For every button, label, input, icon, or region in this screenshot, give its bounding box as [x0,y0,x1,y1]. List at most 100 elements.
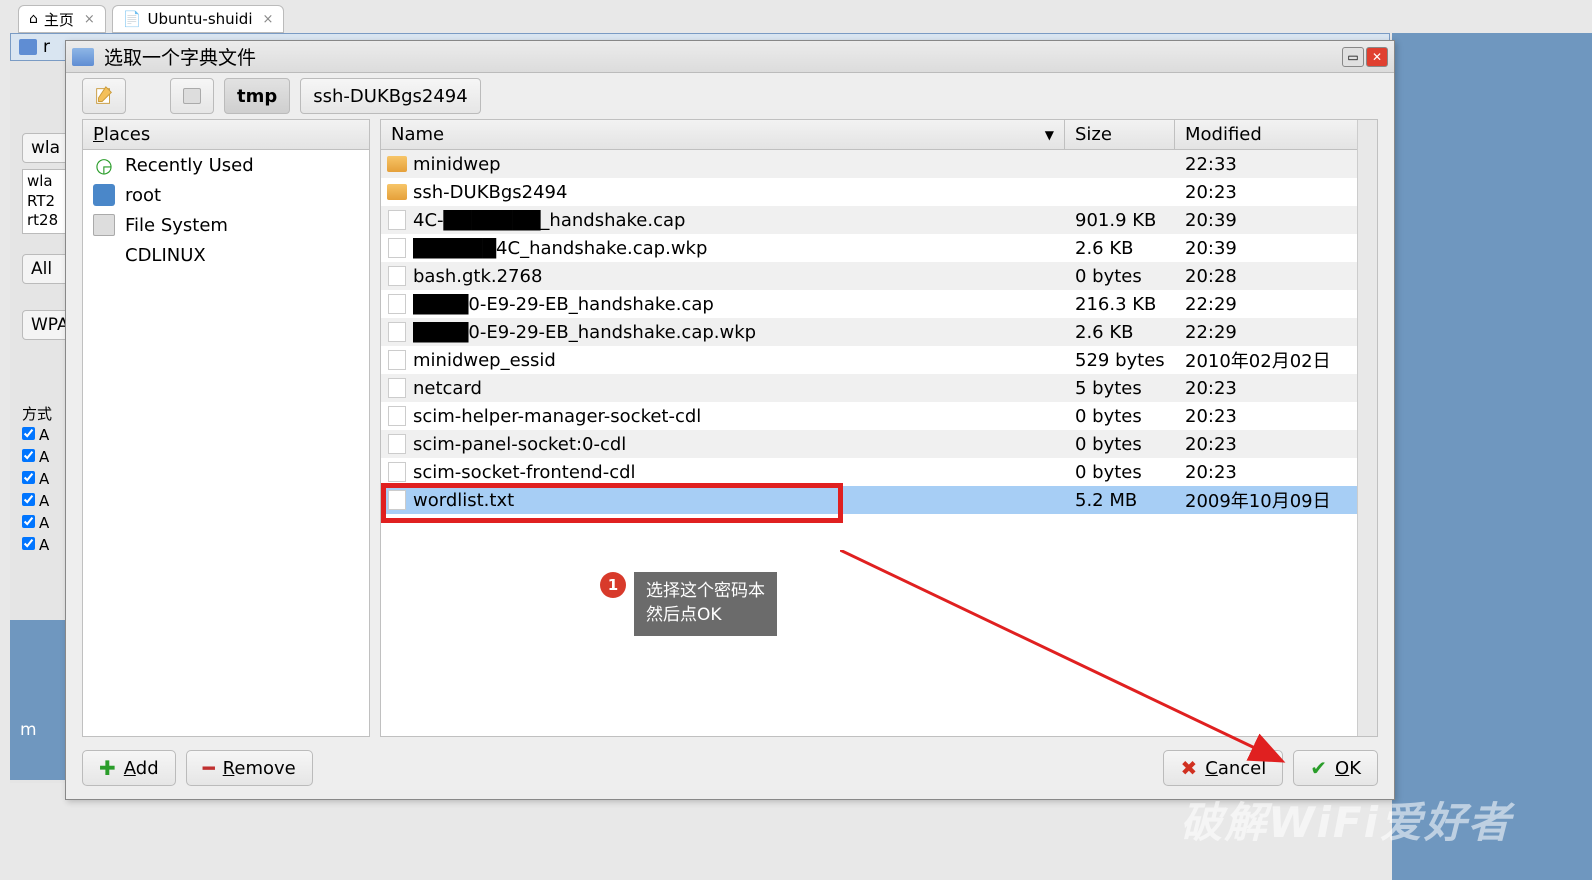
column-modified-label: Modified [1185,124,1262,145]
folder-icon [381,184,413,200]
file-row[interactable]: wordlist.txt5.2 MB2009年10月09日 [381,486,1357,514]
desktop-background [1392,33,1592,880]
file-name: minidwep_essid [413,350,1065,371]
file-name: scim-panel-socket:0-cdl [413,434,1065,455]
edit-path-button[interactable] [82,78,126,114]
place-root[interactable]: root [83,180,369,210]
place-file-system[interactable]: File System [83,210,369,240]
recent-icon: ◶ [93,154,115,176]
file-row[interactable]: ████0-E9-29-EB_handshake.cap.wkp2.6 KB22… [381,318,1357,346]
file-icon [381,238,413,258]
path-segment-tmp[interactable]: tmp [224,78,290,114]
file-size: 0 bytes [1065,462,1175,483]
close-icon[interactable]: × [84,12,95,27]
bg-chk[interactable] [22,493,35,506]
vertical-scrollbar[interactable] [1357,120,1377,736]
file-chooser-dialog: 选取一个字典文件 ▭ ✕ tmp ssh-DUKBgs2494 Places ◶… [65,40,1395,800]
file-size: 216.3 KB [1065,294,1175,315]
file-row[interactable]: scim-panel-socket:0-cdl0 bytes20:23 [381,430,1357,458]
dialog-title: 选取一个字典文件 [104,43,1340,70]
column-modified[interactable]: Modified [1175,120,1357,149]
path-segment-ssh[interactable]: ssh-DUKBgs2494 [300,78,480,114]
file-row[interactable]: bash.gtk.27680 bytes20:28 [381,262,1357,290]
file-name: netcard [413,378,1065,399]
close-icon[interactable]: × [263,12,274,27]
file-modified: 20:39 [1175,210,1357,231]
bg-letter: m [20,720,37,740]
file-row[interactable]: scim-socket-frontend-cdl0 bytes20:23 [381,458,1357,486]
file-modified: 22:33 [1175,154,1357,175]
callout-number: 1 [600,572,626,598]
column-name[interactable]: Name ▼ [381,120,1065,149]
browser-tab-home[interactable]: ⌂ 主页 × [18,5,106,33]
sort-arrow-icon: ▼ [1045,128,1054,142]
file-icon [381,266,413,286]
file-modified: 20:23 [1175,434,1357,455]
file-size: 529 bytes [1065,350,1175,371]
path-segment-drive[interactable] [170,78,214,114]
browser-tab-ubuntu[interactable]: 📄 Ubuntu-shuidi × [112,5,285,33]
place-recently-used[interactable]: ◶ Recently Used [83,150,369,180]
file-icon [381,378,413,398]
file-modified: 20:23 [1175,462,1357,483]
file-row[interactable]: ssh-DUKBgs249420:23 [381,178,1357,206]
file-modified: 2010年02月02日 [1175,347,1357,373]
dialog-titlebar[interactable]: 选取一个字典文件 ▭ ✕ [66,41,1394,73]
bg-chk[interactable] [22,515,35,528]
column-size-label: Size [1075,124,1112,145]
file-name: ████0-E9-29-EB_handshake.cap.wkp [413,322,1065,343]
places-header[interactable]: Places [83,120,369,150]
remove-button-label: Remove [223,758,296,779]
cancel-button[interactable]: ✖ Cancel [1163,750,1283,786]
column-size[interactable]: Size [1065,120,1175,149]
bg-method-group: 方式 A A A A A A [22,403,52,556]
column-name-label: Name [391,124,444,145]
file-row[interactable]: netcard5 bytes20:23 [381,374,1357,402]
cancel-icon: ✖ [1180,756,1197,780]
folder-icon [381,156,413,172]
file-row[interactable]: scim-helper-manager-socket-cdl0 bytes20:… [381,402,1357,430]
bg-chk[interactable] [22,471,35,484]
file-name: minidwep [413,154,1065,175]
file-modified: 20:28 [1175,266,1357,287]
minimize-button[interactable]: ▭ [1342,47,1364,67]
place-label: Recently Used [125,155,254,176]
file-row[interactable]: minidwep_essid529 bytes2010年02月02日 [381,346,1357,374]
places-header-label: Places [93,124,150,145]
file-icon [381,462,413,482]
file-modified: 22:29 [1175,322,1357,343]
file-name: bash.gtk.2768 [413,266,1065,287]
add-button-label: Add [124,758,159,779]
file-icon [381,490,413,510]
file-row[interactable]: ████0-E9-29-EB_handshake.cap216.3 KB22:2… [381,290,1357,318]
bg-chk[interactable] [22,427,35,440]
path-seg-label: tmp [237,86,277,107]
file-row[interactable]: minidwep 22:33 [381,150,1357,178]
tab-label: 主页 [44,9,74,30]
file-name: 4C-███████_handshake.cap [413,210,1065,231]
file-size: 0 bytes [1065,406,1175,427]
folder-icon [72,48,94,66]
minus-icon: ━ [203,756,215,780]
doc-icon: 📄 [123,10,142,28]
bg-chk[interactable] [22,449,35,462]
home-icon: ⌂ [29,11,38,27]
file-row[interactable]: ██████4C_handshake.cap.wkp2.6 KB20:39 [381,234,1357,262]
close-button[interactable]: ✕ [1366,47,1388,67]
callout-text-box: 选择这个密码本 然后点OK [634,572,777,636]
bg-chk[interactable] [22,537,35,550]
ok-button[interactable]: ✔ OK [1293,750,1378,786]
file-size: 2.6 KB [1065,322,1175,343]
file-name: ████0-E9-29-EB_handshake.cap [413,294,1065,315]
file-row[interactable]: 4C-███████_handshake.cap901.9 KB20:39 [381,206,1357,234]
cancel-button-label: Cancel [1205,758,1266,779]
file-icon [381,210,413,230]
blank-icon [93,244,115,266]
file-modified: 20:23 [1175,406,1357,427]
add-button[interactable]: ✚ Add [82,750,176,786]
annotation-callout: 1 选择这个密码本 然后点OK [600,572,777,636]
file-size: 0 bytes [1065,266,1175,287]
remove-button[interactable]: ━ Remove [186,750,313,786]
place-cdlinux[interactable]: CDLINUX [83,240,369,270]
browser-tab-strip: ⌂ 主页 × 📄 Ubuntu-shuidi × [0,0,1592,33]
